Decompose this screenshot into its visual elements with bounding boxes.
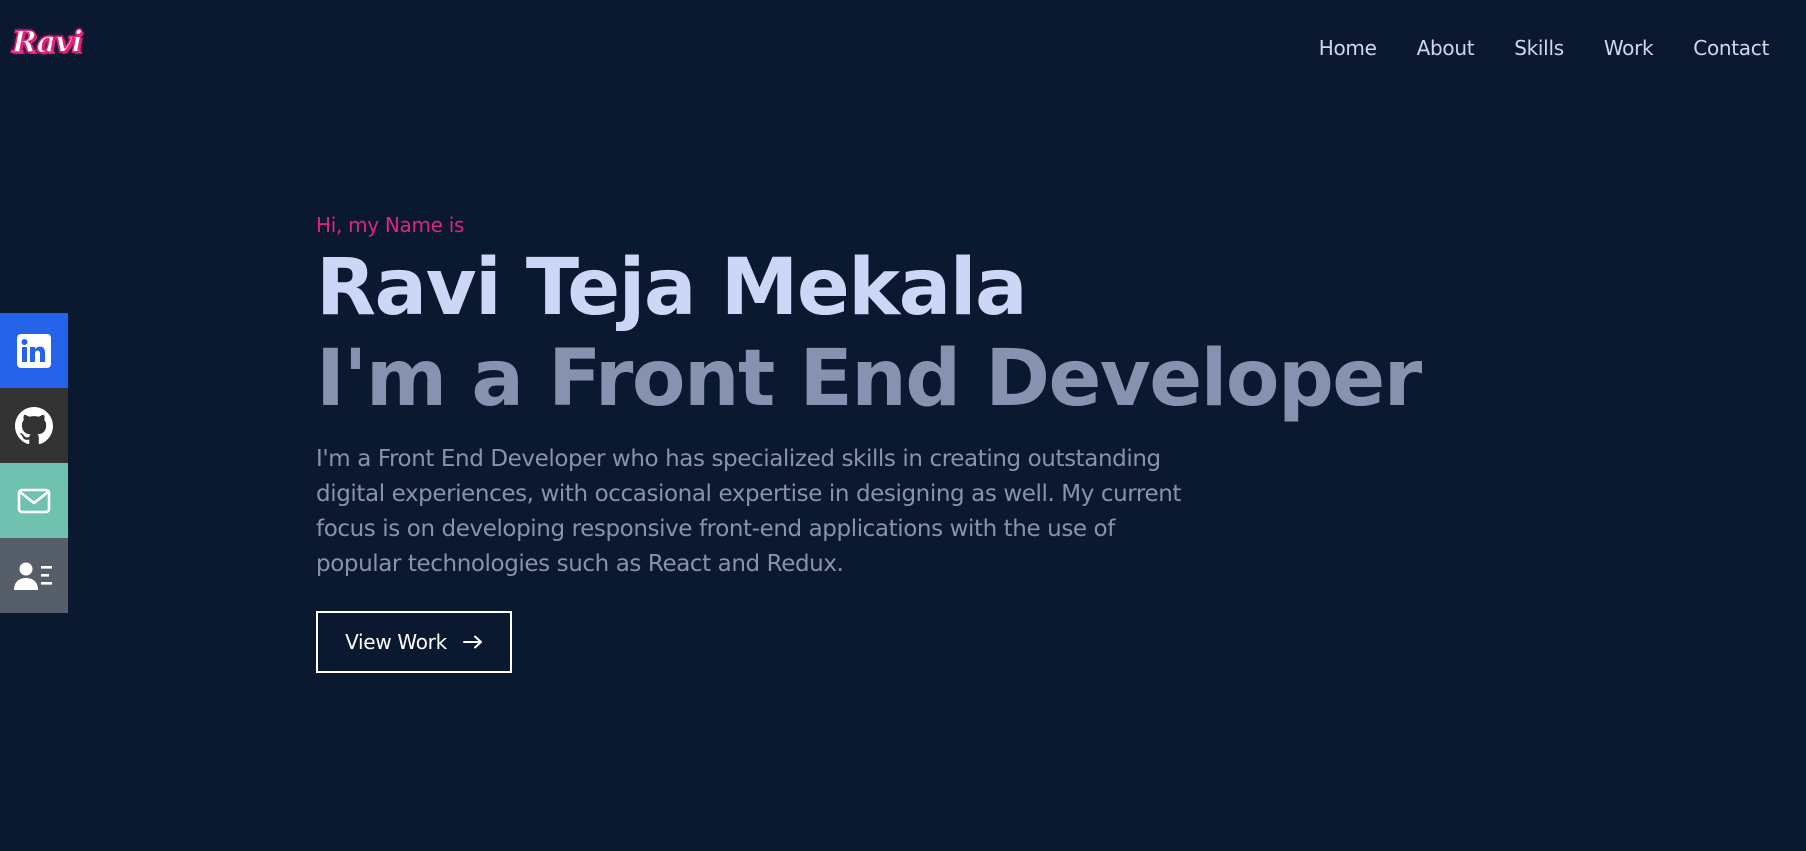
arrow-right-icon — [462, 630, 483, 654]
nav-item-about[interactable]: About — [1417, 34, 1475, 62]
hero-greeting: Hi, my Name is — [316, 213, 465, 237]
main-nav: Home About Skills Work Contact — [1279, 34, 1770, 62]
logo[interactable]: Ravi — [11, 27, 83, 59]
social-mail-link[interactable] — [0, 463, 68, 538]
hero-name: Ravi Teja Mekala — [316, 243, 1028, 333]
page: Ravi Home About Skills Work Contact Hi, … — [0, 0, 1806, 851]
view-work-button[interactable]: View Work — [316, 611, 512, 673]
nav-item-work[interactable]: Work — [1604, 34, 1654, 62]
nav-item-home[interactable]: Home — [1319, 34, 1377, 62]
contact-card-icon — [14, 561, 54, 591]
view-work-label: View Work — [345, 630, 447, 654]
social-sidebar — [0, 313, 68, 613]
social-linkedin-link[interactable] — [0, 313, 68, 388]
mail-icon — [17, 488, 51, 514]
linkedin-icon — [17, 333, 51, 368]
github-icon — [15, 406, 53, 445]
social-github-link[interactable] — [0, 388, 68, 463]
nav-item-skills[interactable]: Skills — [1514, 34, 1564, 62]
hero-role: I'm a Front End Developer — [316, 334, 1422, 424]
hero-section: Hi, my Name is Ravi Teja Mekala I'm a Fr… — [316, 210, 1516, 582]
social-resume-link[interactable] — [0, 538, 68, 613]
hero-bio: I'm a Front End Developer who has specia… — [316, 446, 1182, 577]
nav-item-contact[interactable]: Contact — [1693, 34, 1769, 62]
